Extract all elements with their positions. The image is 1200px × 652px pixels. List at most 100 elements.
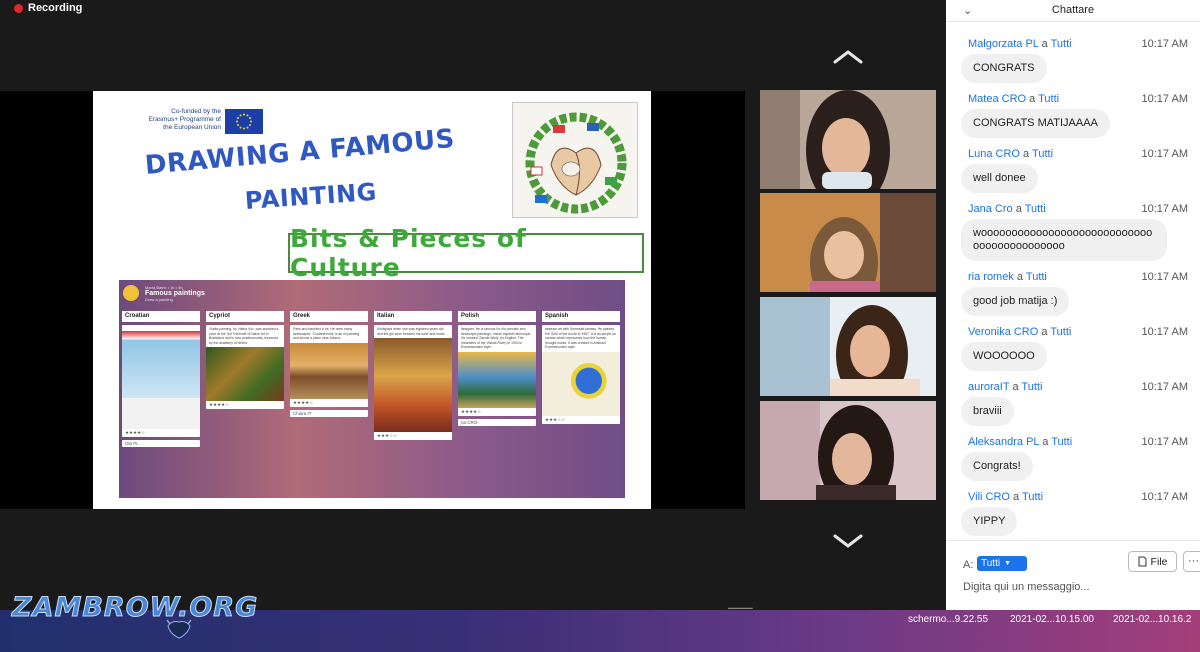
chat-sender[interactable]: Veronika CRO a Tutti (968, 326, 1071, 338)
chat-recipient[interactable]: Tutti (1051, 436, 1072, 448)
chat-sender[interactable]: ria romek a Tutti (968, 271, 1047, 283)
chat-bubble: YIPPY (961, 507, 1018, 536)
chat-message: Veronika CRO a Tutti 10:17 AM WOOOOOO (946, 323, 1200, 371)
recipient-value: Tutti (981, 558, 1001, 569)
chat-message: ria romek a Tutti 10:17 AM good job matija… (946, 268, 1200, 316)
chat-sender-name[interactable]: Jana Cro (968, 203, 1013, 215)
file-button[interactable]: File (1128, 551, 1177, 572)
file-icon (1138, 556, 1147, 567)
chat-message-header: Małgorzata PL a Tutti 10:17 AM (946, 35, 1200, 51)
recipient-dropdown[interactable]: Tutti ▼ (977, 556, 1027, 571)
culture-banner: Bits & Pieces of Culture (288, 224, 644, 282)
chat-to-word: a (1029, 93, 1036, 105)
chat-footer: A: Tutti ▼ File ··· (946, 540, 1200, 610)
painting-image (374, 338, 452, 433)
card-rating: ★★★☆☆ (545, 416, 566, 422)
scroll-down-chevron-icon[interactable] (832, 532, 864, 550)
participant-video-tile[interactable] (760, 297, 936, 396)
padlet-meta: Marta Batric • 1k • 4h Famous paintings … (145, 285, 205, 302)
message-input[interactable] (963, 579, 1183, 595)
chat-message-header: Veronika CRO a Tutti 10:17 AM (946, 323, 1200, 339)
card-footer: ria CRO (461, 419, 478, 425)
chat-message: Luna CRO a Tutti 10:17 AM well donee (946, 145, 1200, 193)
chat-sender-name[interactable]: Matea CRO (968, 93, 1026, 105)
participant-video-tile[interactable] (760, 193, 936, 292)
chat-timestamp: 10:17 AM (1141, 271, 1188, 283)
chat-sender-name[interactable]: Veronika CRO (968, 326, 1038, 338)
painting-image (122, 325, 200, 429)
chat-sender[interactable]: Matea CRO a Tutti (968, 93, 1059, 105)
chat-to-word: a (1023, 148, 1030, 160)
scroll-up-chevron-icon[interactable] (832, 48, 864, 66)
chat-to-word: a (1012, 381, 1019, 393)
chat-timestamp: 10:17 AM (1141, 326, 1188, 338)
card-footer: Chiara IT (293, 410, 312, 416)
file-button-label: File (1150, 555, 1168, 568)
chat-recipient[interactable]: Tutti (1026, 271, 1047, 283)
chat-sender[interactable]: Małgorzata PL a Tutti (968, 38, 1072, 50)
chat-sender[interactable]: Luna CRO a Tutti (968, 148, 1053, 160)
card-text: designer. He is famous for his portraits… (461, 327, 532, 350)
chat-recipient[interactable]: Tutti (1032, 148, 1053, 160)
chat-message: Małgorzata PL a Tutti 10:17 AM CONGRATS (946, 35, 1200, 83)
zoom-meeting-area: Recording Co-funded by the Erasmus+ Prog… (0, 0, 946, 610)
chat-message-header: Luna CRO a Tutti 10:17 AM (946, 145, 1200, 161)
padlet-column-polish: Polish designer. He is famous for his po… (458, 311, 536, 493)
screen: Recording Co-funded by the Erasmus+ Prog… (0, 0, 1200, 652)
chat-sender-name[interactable]: ria romek (968, 271, 1014, 283)
chat-sender[interactable]: auroraIT a Tutti (968, 381, 1042, 393)
hands-wreath-drawing (512, 102, 638, 218)
chat-sender-name[interactable]: Vili CRO (968, 491, 1010, 503)
chat-timestamp: 10:17 AM (1141, 203, 1188, 215)
chat-timestamp: 10:17 AM (1141, 38, 1188, 50)
padlet-column-header: Polish (458, 311, 536, 322)
padlet-card: Ola PL (122, 440, 200, 447)
card-text: Modigliani when she was eighteen years o… (377, 327, 446, 336)
chat-sender[interactable]: Aleksandra PL a Tutti (968, 436, 1072, 448)
chat-bubble: CONGRATS (961, 54, 1047, 83)
chat-recipient[interactable]: Tutti (1038, 93, 1059, 105)
card-text: abstract art with Surrealist fantasy. He… (545, 327, 617, 350)
chat-panel: ⌄ Chattare Małgorzata PL a Tutti 10:17 AM… (946, 0, 1200, 610)
chat-bubble: well donee (961, 164, 1038, 193)
chat-sender-name[interactable]: Luna CRO (968, 148, 1020, 160)
desktop-label-fragment: ▁▁▁▁ (728, 600, 753, 609)
card-text: Vlatka painting, by Vlatka Vuc, was awar… (209, 327, 279, 345)
desktop-file-label[interactable]: 2021-02...10.16.2 (1113, 614, 1191, 625)
caret-down-icon: ▼ (1004, 560, 1012, 567)
painting-image (206, 347, 284, 402)
shared-screen: Co-funded by the Erasmus+ Programme of t… (0, 91, 745, 509)
padlet-card: Chiara IT (290, 409, 368, 417)
chat-message-header: Aleksandra PL a Tutti 10:17 AM (946, 433, 1200, 449)
chat-to-word: a (1016, 271, 1024, 283)
chat-sender-name[interactable]: auroraIT (968, 381, 1009, 393)
chat-bubble: Congrats! (961, 452, 1033, 481)
padlet-column-header: Italian (374, 311, 452, 322)
card-text: Paris and travelled a lot. He drew many … (293, 327, 360, 341)
chat-sender[interactable]: Vili CRO a Tutti (968, 491, 1043, 503)
chat-recipient[interactable]: Tutti (1021, 381, 1042, 393)
chat-recipient[interactable]: Tutti (1025, 203, 1046, 215)
participant-video-tile[interactable] (760, 90, 936, 189)
desktop-file-label[interactable]: schermo...9.22.55 (908, 614, 988, 625)
card-rating: ★★★★☆ (209, 402, 230, 408)
chat-timestamp: 10:17 AM (1141, 148, 1188, 160)
more-options-button[interactable]: ··· (1183, 551, 1200, 572)
chat-sender-name[interactable]: Aleksandra PL (968, 436, 1039, 448)
chat-recipient[interactable]: Tutti (1050, 326, 1071, 338)
padlet-card: Vlatka painting, by Vlatka Vuc, was awar… (206, 325, 284, 410)
chat-recipient[interactable]: Tutti (1022, 491, 1043, 503)
padlet-avatar (123, 285, 139, 301)
chat-sender-name[interactable]: Małgorzata PL (968, 38, 1039, 50)
padlet-column-spanish: Spanish abstract art with Surrealist fan… (542, 311, 620, 493)
desktop-file-label[interactable]: 2021-02...10.15.00 (1010, 614, 1094, 625)
chat-timestamp: 10:17 AM (1141, 436, 1188, 448)
chat-timestamp: 10:17 AM (1141, 93, 1188, 105)
presentation-slide: Co-funded by the Erasmus+ Programme of t… (93, 91, 651, 509)
chat-recipient[interactable]: Tutti (1051, 38, 1072, 50)
card-footer: Ola PL (125, 441, 139, 446)
recording-indicator[interactable]: Recording (14, 2, 82, 14)
padlet-card: ria CRO (458, 418, 536, 426)
participant-video-tile[interactable] (760, 401, 936, 500)
chat-sender[interactable]: Jana Cro a Tutti (968, 203, 1046, 215)
